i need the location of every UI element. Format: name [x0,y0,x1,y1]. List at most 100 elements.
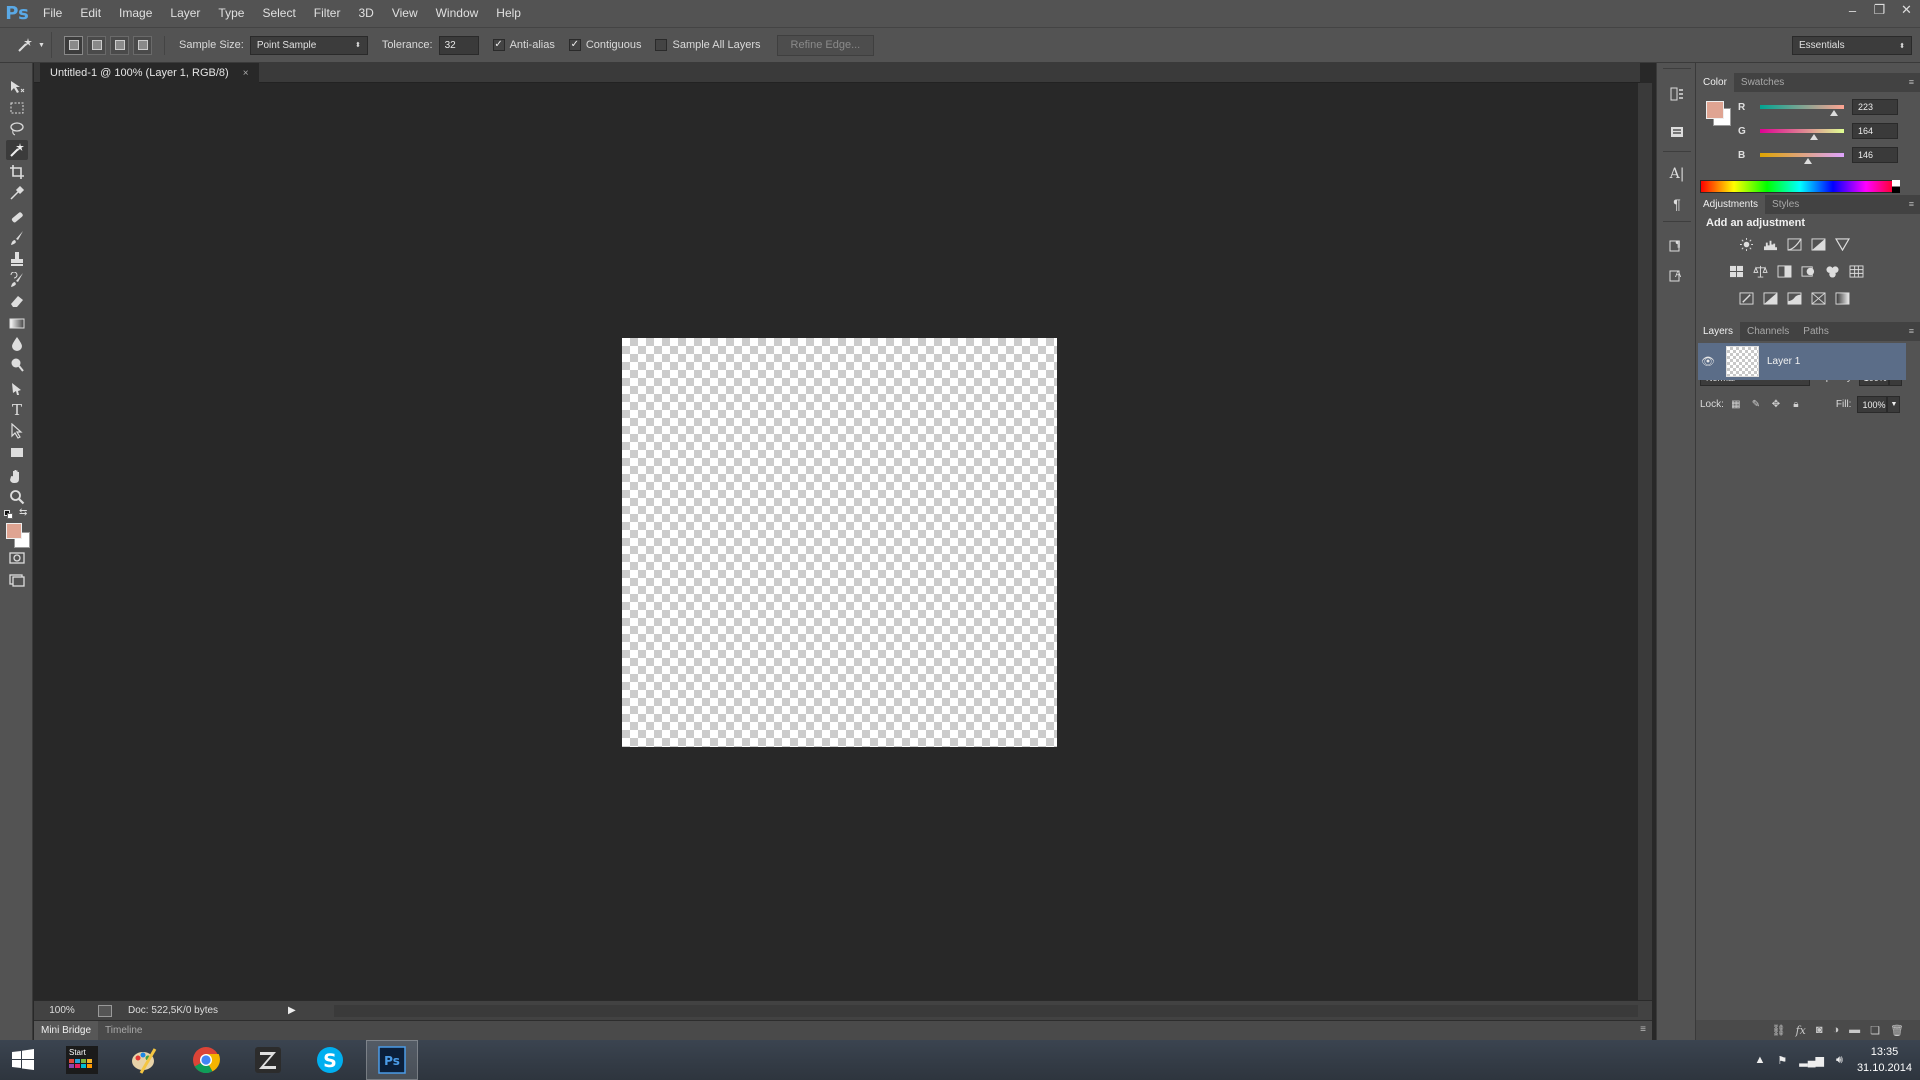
tab-color[interactable]: Color [1696,73,1734,92]
layer-row[interactable]: 👁︎ Layer 1 [1698,343,1906,380]
blur-tool[interactable] [6,334,28,354]
menu-3d[interactable]: 3D [349,0,382,27]
tool-preset-picker[interactable]: ▼ [10,32,52,58]
levels-icon[interactable] [1762,237,1778,251]
chrome-app-button[interactable] [180,1040,232,1080]
slider-knob-icon[interactable] [1804,158,1813,164]
clock[interactable]: 13:35 31.10.2014 [1857,1044,1912,1076]
new-selection-button[interactable] [64,35,83,55]
channel-mixer-icon[interactable] [1824,264,1840,278]
show-hidden-icons-arrow[interactable]: ▲ [1755,1054,1766,1066]
add-to-selection-button[interactable] [87,35,106,55]
lock-transparency-icon[interactable]: ▦ [1726,397,1746,413]
fill-input[interactable]: 100% [1857,396,1888,413]
close-tab-icon[interactable]: × [243,68,249,79]
sample-size-select[interactable]: Point Sample ⬍ [249,35,368,55]
posterize-icon[interactable] [1762,291,1778,305]
document-tab[interactable]: Untitled-1 @ 100% (Layer 1, RGB/8) × [40,63,259,83]
black-white-icon[interactable] [1776,264,1792,278]
red-channel-slider[interactable]: R 223 [1738,98,1918,116]
dodge-tool[interactable] [6,355,28,375]
fill-dropdown-arrow-icon[interactable]: ▼ [1887,396,1901,413]
tab-styles[interactable]: Styles [1765,195,1806,214]
action-center-flag-icon[interactable]: ⚑ [1777,1054,1787,1067]
brush-tool[interactable] [6,228,28,248]
properties-icon[interactable] [1666,121,1688,143]
zoom-tool[interactable] [6,487,28,507]
panel-menu-icon[interactable]: ≡ [1909,326,1914,336]
menu-image[interactable]: Image [110,0,161,27]
color-spectrum-bar[interactable] [1700,180,1900,193]
add-mask-icon[interactable]: ◙ [1816,1024,1823,1036]
menu-layer[interactable]: Layer [161,0,209,27]
minimize-button[interactable]: – [1839,0,1866,20]
menu-file[interactable]: File [34,0,71,27]
menu-type[interactable]: Type [209,0,253,27]
gradient-tool[interactable] [6,313,28,333]
panel-menu-icon[interactable]: ≡ [1909,77,1914,87]
invert-icon[interactable] [1738,291,1754,305]
blue-slider-track[interactable] [1760,153,1844,164]
green-value-input[interactable]: 164 [1852,123,1898,139]
character-icon[interactable]: A| [1666,163,1688,185]
history-icon[interactable] [1666,83,1688,105]
lasso-tool[interactable] [6,119,28,139]
pen-tool[interactable] [6,379,28,399]
subtract-from-selection-button[interactable] [110,35,129,55]
tolerance-input[interactable]: 32 [438,35,479,55]
intersect-selection-button[interactable] [133,35,152,55]
tab-layers[interactable]: Layers [1696,322,1741,341]
new-layer-icon[interactable]: ❏ [1870,1024,1880,1037]
default-colors-icon[interactable] [4,510,14,520]
lock-position-icon[interactable]: ✥ [1766,397,1786,413]
brightness-contrast-icon[interactable] [1738,237,1754,251]
menu-edit[interactable]: Edit [71,0,110,27]
horizontal-scrollbar[interactable] [334,1005,1638,1017]
path-selection-tool[interactable] [6,421,28,441]
menu-window[interactable]: Window [427,0,488,27]
paint-app-button[interactable] [118,1040,170,1080]
skype-app-button[interactable]: S [304,1040,356,1080]
menu-filter[interactable]: Filter [305,0,350,27]
lock-image-pixels-icon[interactable]: ✎ [1746,397,1766,413]
tab-swatches[interactable]: Swatches [1734,73,1791,92]
refine-edge-button[interactable]: Refine Edge... [776,34,875,56]
layer-thumbnail[interactable] [1726,346,1759,377]
photo-filter-icon[interactable] [1800,264,1816,278]
red-value-input[interactable]: 223 [1852,99,1898,115]
exposure-icon[interactable] [1810,237,1826,251]
clone-stamp-tool[interactable] [6,249,28,269]
windows-start-button[interactable] [0,1040,46,1080]
paragraph-icon[interactable]: ¶ [1666,193,1688,215]
zoom-level-field[interactable]: 100% [34,1005,90,1016]
color-balance-icon[interactable] [1752,264,1768,278]
new-group-folder-icon[interactable]: ▬ [1849,1024,1860,1036]
eyedropper-tool[interactable] [6,183,28,203]
selective-color-icon[interactable] [1810,291,1826,305]
volume-speaker-icon[interactable]: 🔊︎ [1836,1054,1843,1067]
tab-mini-bridge[interactable]: Mini Bridge [34,1020,99,1041]
layer-style-fx-icon[interactable]: fx [1796,1024,1806,1037]
rectangular-marquee-tool[interactable] [6,98,28,118]
rectangle-tool[interactable] [6,442,28,462]
sample-all-layers-checkbox[interactable]: Sample All Layers [655,39,761,51]
delete-layer-trash-icon[interactable]: 🗑︎ [1890,1024,1904,1037]
move-tool[interactable] [6,77,28,97]
type-tool[interactable]: T [6,400,28,420]
crop-tool[interactable] [6,162,28,182]
share-icon[interactable] [98,1004,112,1017]
start-menu-app-button[interactable]: Start [56,1040,108,1080]
blue-channel-slider[interactable]: B 146 [1738,146,1918,164]
eraser-tool[interactable] [6,291,28,311]
blue-value-input[interactable]: 146 [1852,147,1898,163]
black-white-swatch[interactable] [1892,180,1900,193]
vertical-scrollbar[interactable] [1638,83,1652,1000]
filezilla-app-button[interactable] [242,1040,294,1080]
tab-timeline[interactable]: Timeline [98,1021,149,1041]
hue-saturation-icon[interactable] [1728,264,1744,278]
tab-channels[interactable]: Channels [1740,322,1796,341]
menu-view[interactable]: View [383,0,427,27]
play-arrow-icon[interactable]: ▶ [288,1005,296,1016]
canvas-area[interactable] [34,83,1640,1000]
restore-button[interactable]: ❐ [1866,0,1893,20]
